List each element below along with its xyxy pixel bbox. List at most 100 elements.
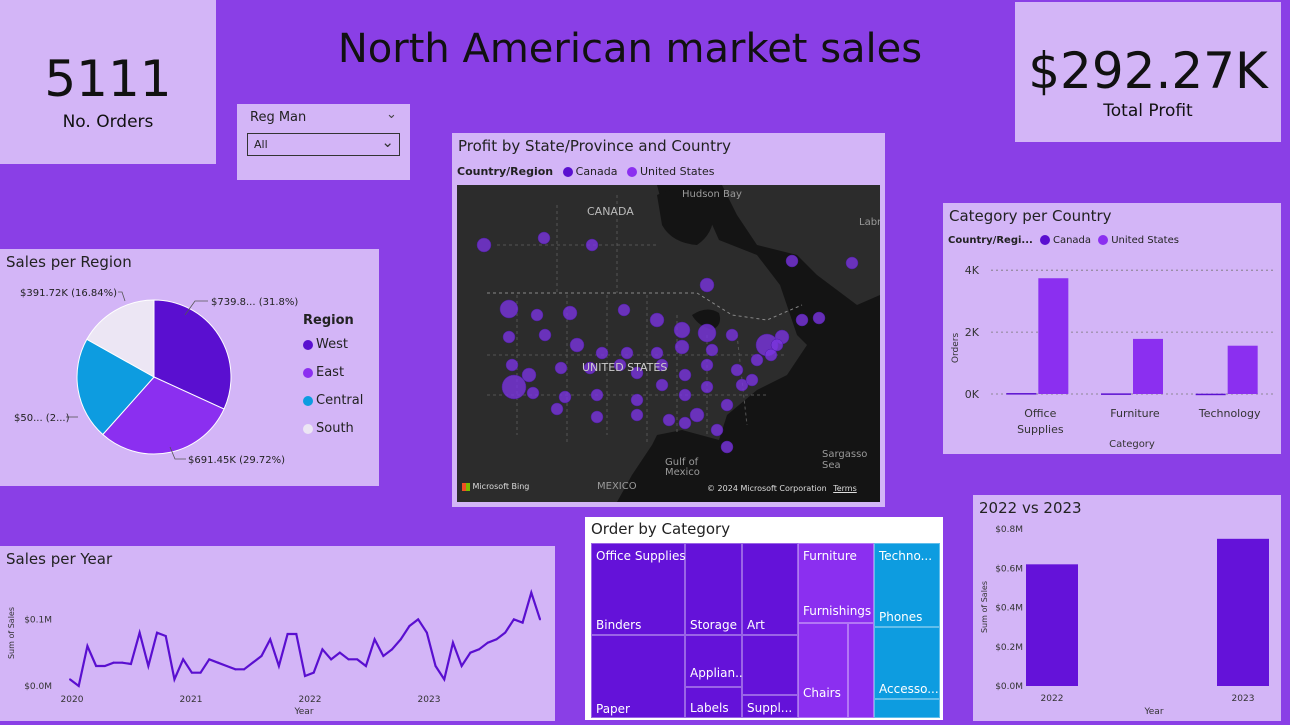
sales-point-50 [504, 631, 507, 634]
map-copyright: © 2024 Microsoft Corporation Terms [707, 484, 857, 493]
sales-point-9 [147, 665, 150, 667]
profit-bubble-54 [678, 416, 692, 430]
sales-point-18 [225, 665, 228, 667]
treemap-label-chairs: Chairs [803, 686, 841, 700]
legend-item-east[interactable]: East [303, 359, 363, 387]
legend-item-south[interactable]: South [303, 415, 363, 443]
sales-point-53 [530, 591, 533, 594]
profit-bubble-42 [590, 388, 604, 402]
orders-kpi-label: No. Orders [62, 112, 154, 132]
profit-bubble-34 [700, 358, 714, 372]
sales-point-6 [121, 661, 124, 664]
treemap-cell-misc[interactable] [742, 635, 798, 695]
category-bar-0-0 [1006, 393, 1037, 395]
profit-bubble-40 [526, 386, 540, 400]
profit-bubble-4 [785, 254, 799, 268]
orders-kpi-value: 5111 [44, 50, 172, 108]
treemap-cell-storage[interactable]: Storage [685, 543, 742, 635]
treemap[interactable]: Office Supplies Binders Storage Art Pape… [591, 543, 940, 718]
profit-bubble-35 [730, 363, 744, 377]
sales-point-37 [391, 648, 394, 651]
treemap-cell-accessories[interactable]: Accesso... [874, 627, 940, 699]
sales-per-year-card: Sales per Year Sum of Sales Year $0.0M $0… [0, 546, 555, 721]
profit-bubble-57 [720, 440, 734, 454]
sales-point-2 [86, 645, 89, 647]
sales-point-17 [216, 661, 219, 664]
profit-bubble-16 [595, 346, 609, 360]
slicer-collapse-icon[interactable]: ⌄ [386, 107, 397, 122]
profit-bubble-39 [501, 374, 527, 400]
profit-bubble-51 [590, 410, 604, 424]
bing-logo: Microsoft Bing [462, 482, 529, 491]
sales-point-8 [138, 631, 141, 634]
map-label-canada: CANADA [587, 205, 634, 218]
treemap-label-paper: Paper [596, 702, 630, 716]
chevron-down-icon: ⌄ [381, 133, 394, 151]
profit-bubble-33 [678, 368, 692, 382]
legend-item-central[interactable]: Central [303, 387, 363, 415]
profit-bubble-12 [697, 323, 717, 343]
treemap-cell-supplies[interactable]: Suppl... [742, 695, 798, 718]
sales-line-chart[interactable]: Sum of Sales Year $0.0M $0.1M 2020 2021 2022… [0, 546, 555, 721]
treemap-cell-furnishings[interactable]: Furniture Furnishings [798, 543, 874, 623]
sales-point-32 [347, 658, 350, 661]
treemap-cell-binders[interactable]: Office Supplies Binders [591, 543, 686, 635]
pie-legend: Region West East Central South [303, 313, 363, 443]
treemap-cell-appliances[interactable]: Applian... [685, 635, 747, 687]
year-comparison-card: 2022 vs 2023 Sum of Sales Year $0.0M $0.2… [973, 495, 1281, 721]
year-y-tick-3: $0.6M [995, 564, 1023, 574]
treemap-label-appliances: Applian... [690, 666, 747, 680]
profit-map-card: Profit by State/Province and Country Cou… [452, 133, 885, 507]
pie-leader-south [118, 291, 126, 302]
pie-label-south: $391.72K (16.84%) [20, 288, 117, 299]
bubble-map[interactable]: Hudson Bay CANADA Labrador UNITED STATES… [457, 185, 880, 502]
pie-label-central: $50... (2...) [14, 413, 70, 424]
year-bar-chart[interactable]: Sum of Sales Year $0.0M $0.2M $0.4M $0.6M $0… [973, 495, 1281, 721]
profit-bubble-56 [710, 423, 724, 437]
map-terms-link[interactable]: Terms [833, 484, 857, 493]
sales-point-4 [103, 665, 106, 667]
sales-point-47 [478, 648, 481, 651]
treemap-cell-tables[interactable] [848, 623, 874, 718]
profit-kpi-label: Total Profit [1103, 101, 1193, 121]
category-y-tick-0: 0K [965, 388, 980, 401]
sales-point-15 [199, 671, 202, 674]
category-bar-chart[interactable]: Orders Category 0K 2K 4K Office Supplies Furn… [943, 203, 1281, 454]
treemap-cell-paper[interactable]: Paper [591, 635, 685, 718]
year-x-tick-2023: 2023 [1232, 694, 1255, 704]
legend-item-west[interactable]: West [303, 331, 363, 359]
sales-point-45 [460, 665, 463, 667]
sales-per-region-card: Sales per Region $739.8... (31.8%) $691.… [0, 249, 379, 486]
category-bar-1-0 [1038, 278, 1069, 394]
bing-label: Microsoft Bing [472, 482, 530, 491]
profit-bubble-8 [562, 305, 578, 321]
legend-dot-united-states [627, 167, 637, 177]
treemap-cell-machines[interactable] [874, 699, 940, 718]
profit-bubble-27 [521, 367, 537, 383]
profit-bubble-46 [700, 380, 714, 394]
profit-bubble-49 [745, 373, 759, 387]
treemap-cell-phones[interactable]: Techno... Phones [874, 543, 940, 627]
sales-point-21 [251, 661, 254, 664]
year-y-axis-label: Sum of Sales [980, 581, 989, 633]
category-x-tick-0-1: Supplies [1017, 423, 1064, 436]
treemap-cell-chairs[interactable]: Chairs [798, 623, 848, 718]
profit-bubble-47 [720, 398, 734, 412]
sales-point-28 [312, 671, 315, 674]
year-x-tick-2022: 2022 [1041, 694, 1064, 704]
slicer-selected-value: All [254, 138, 268, 151]
treemap-cell-labels[interactable]: Labels [685, 687, 742, 718]
profit-bubble-14 [538, 328, 552, 342]
category-bar-1-2 [1227, 345, 1258, 394]
category-x-tick-2-0: Technology [1198, 407, 1261, 420]
map-legend-title: Country/Region [457, 165, 554, 178]
sales-point-30 [330, 658, 333, 661]
slicer-dropdown[interactable]: All ⌄ [247, 133, 400, 156]
map-legend-canada: Canada [575, 165, 618, 178]
category-bar-1-1 [1133, 338, 1163, 394]
profit-bubble-5 [845, 256, 859, 270]
sales-point-31 [338, 651, 341, 654]
treemap-cell-art[interactable]: Art [742, 543, 798, 635]
year-y-tick-2: $0.4M [995, 604, 1023, 614]
map-title: Profit by State/Province and Country [458, 137, 731, 155]
